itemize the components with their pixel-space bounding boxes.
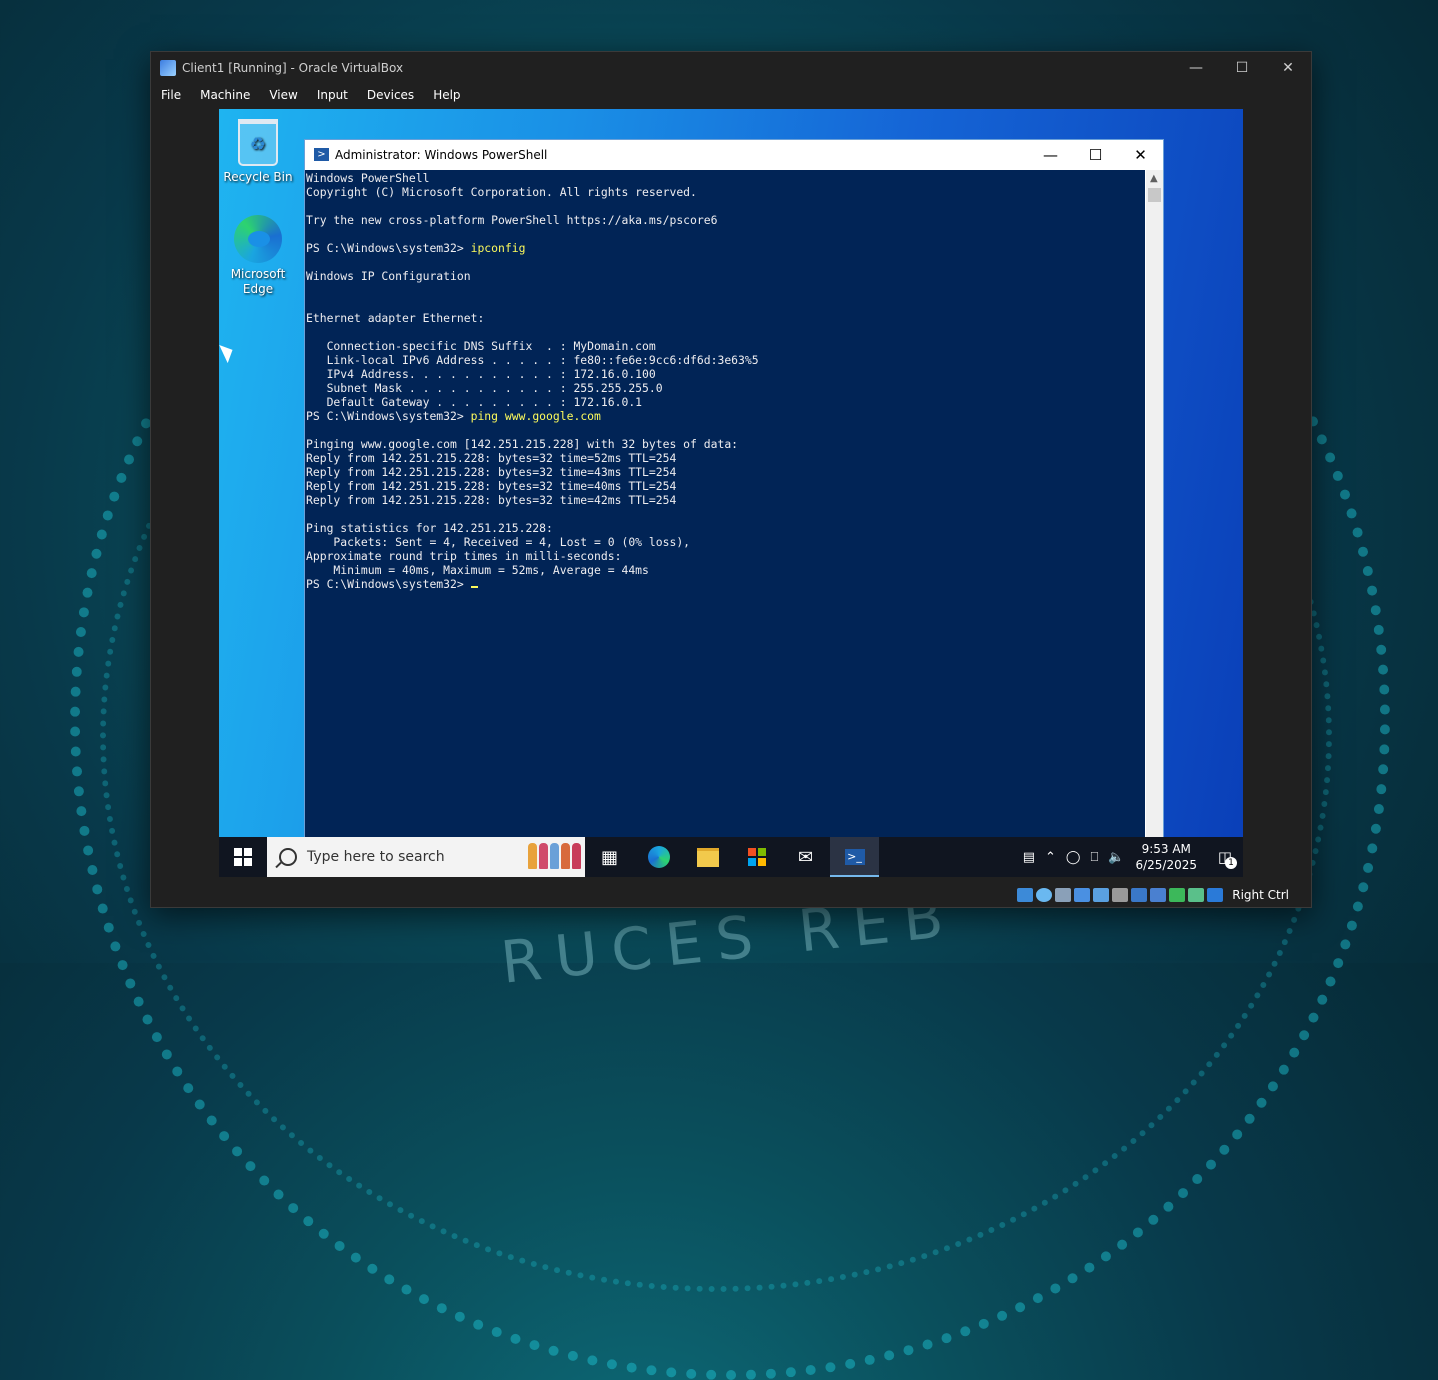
optical-drive-icon[interactable]	[1036, 888, 1053, 902]
search-icon	[279, 848, 297, 866]
maximize-button[interactable]: ☐	[1219, 52, 1265, 83]
clock-time: 9:53 AM	[1141, 842, 1191, 856]
console-output: Windows PowerShell Copyright (C) Microso…	[305, 170, 1145, 591]
powershell-icon: >	[314, 148, 329, 161]
menu-machine[interactable]: Machine	[190, 88, 259, 102]
shared-folder-icon[interactable]	[1112, 888, 1129, 902]
windows-icon	[234, 848, 252, 866]
powershell-icon: >_	[844, 849, 865, 865]
search-placeholder: Type here to search	[307, 849, 445, 865]
clock-date: 6/25/2025	[1135, 858, 1197, 872]
virtualbox-statusbar: Right Ctrl	[151, 883, 1311, 907]
audio-icon[interactable]	[1055, 888, 1072, 902]
console-command: ping www.google.com	[470, 409, 601, 423]
virtualbox-titlebar: Client1 [Running] - Oracle VirtualBox — …	[151, 52, 1311, 83]
menu-input[interactable]: Input	[307, 88, 357, 102]
recording-icon[interactable]	[1150, 888, 1167, 902]
console-command: ipconfig	[470, 241, 526, 255]
minimize-button[interactable]: —	[1173, 52, 1219, 83]
powershell-titlebar: > Administrator: Windows PowerShell — ☐ …	[305, 140, 1163, 169]
chevron-up-icon[interactable]: ⌃	[1040, 850, 1061, 865]
close-button[interactable]: ✕	[1265, 52, 1311, 83]
console-ipconfig-output: Windows IP Configuration Ethernet adapte…	[306, 269, 759, 409]
menu-help[interactable]: Help	[423, 88, 469, 102]
cpu-icon[interactable]	[1169, 888, 1186, 902]
taskbar-file-explorer-button[interactable]	[683, 837, 732, 877]
console-area[interactable]: Windows PowerShell Copyright (C) Microso…	[305, 170, 1145, 877]
console-header: Windows PowerShell Copyright (C) Microso…	[306, 171, 718, 227]
start-button[interactable]	[219, 837, 267, 877]
hard-disk-icon[interactable]	[1017, 888, 1034, 902]
mouse-cursor-icon	[219, 340, 237, 364]
taskbar: Type here to search ▦ ✉ >_ ▤ ⌃ ◯ ⎕ 🔈 9:5…	[219, 837, 1243, 877]
volume-icon[interactable]: 🔈	[1103, 850, 1129, 865]
mouse-integration-icon[interactable]	[1188, 888, 1205, 902]
desktop-icon-label: Recycle Bin	[223, 170, 293, 184]
menu-view[interactable]: View	[259, 88, 306, 102]
scroll-up-icon[interactable]: ▲	[1150, 173, 1158, 184]
powershell-window: > Administrator: Windows PowerShell — ☐ …	[304, 139, 1164, 877]
ps-maximize-button[interactable]: ☐	[1073, 140, 1118, 169]
taskbar-search-box[interactable]: Type here to search	[267, 837, 585, 877]
taskbar-edge-button[interactable]	[634, 837, 683, 877]
scrollbar-thumb[interactable]	[1148, 188, 1161, 202]
ps-minimize-button[interactable]: —	[1028, 140, 1073, 169]
virtualbox-menubar: File Machine View Input Devices Help	[151, 83, 1311, 107]
keyboard-capture-icon[interactable]	[1207, 888, 1224, 902]
edge-icon	[234, 215, 282, 263]
console-prompt: PS C:\Windows\system32>	[306, 241, 471, 255]
virtualbox-window: Client1 [Running] - Oracle VirtualBox — …	[150, 51, 1312, 908]
network-adapter-icon[interactable]	[1074, 888, 1091, 902]
notification-button[interactable]: ◫ 1	[1207, 837, 1243, 877]
display-icon[interactable]	[1131, 888, 1148, 902]
system-tray: ▤ ⌃ ◯ ⎕ 🔈 9:53 AM 6/25/2025 ◫ 1	[1018, 837, 1243, 877]
taskbar-clock[interactable]: 9:53 AM 6/25/2025	[1129, 841, 1207, 873]
desktop-icon-label: Microsoft Edge	[230, 267, 286, 296]
store-icon	[747, 848, 766, 866]
vertical-scrollbar[interactable]: ▲	[1146, 170, 1163, 877]
edge-icon	[647, 846, 670, 868]
console-ping-output: Pinging www.google.com [142.251.215.228]…	[306, 437, 739, 577]
network-icon[interactable]: ⎕	[1085, 850, 1103, 865]
menu-devices[interactable]: Devices	[357, 88, 423, 102]
taskbar-powershell-button[interactable]: >_	[830, 837, 879, 877]
meet-icon[interactable]: ◯	[1061, 850, 1086, 865]
task-view-button[interactable]: ▦	[585, 837, 634, 877]
news-icon[interactable]: ▤	[1018, 850, 1040, 865]
powershell-title: Administrator: Windows PowerShell	[335, 147, 548, 162]
virtualbox-icon	[160, 59, 176, 76]
recycle-bin-icon: ♻	[238, 119, 278, 166]
taskbar-store-button[interactable]	[732, 837, 781, 877]
desktop-icon-recycle-bin[interactable]: ♻ Recycle Bin	[219, 119, 297, 185]
taskbar-mail-button[interactable]: ✉	[781, 837, 830, 877]
menu-file[interactable]: File	[151, 88, 190, 102]
desktop-icon-edge[interactable]: Microsoft Edge	[219, 215, 297, 297]
ps-close-button[interactable]: ✕	[1118, 140, 1163, 169]
console-cursor	[470, 586, 478, 588]
usb-icon[interactable]	[1093, 888, 1110, 902]
mail-icon: ✉	[797, 846, 814, 868]
task-view-icon: ▦	[600, 846, 618, 868]
console-prompt: PS C:\Windows\system32>	[306, 577, 471, 591]
search-highlight-icon	[528, 843, 581, 869]
host-key-label: Right Ctrl	[1232, 888, 1289, 902]
guest-screen[interactable]: ♻ Recycle Bin Microsoft Edge > Administr…	[219, 109, 1243, 877]
file-explorer-icon	[696, 847, 719, 867]
notification-count: 1	[1225, 857, 1237, 869]
virtualbox-title: Client1 [Running] - Oracle VirtualBox	[182, 60, 404, 75]
console-prompt: PS C:\Windows\system32>	[306, 409, 471, 423]
